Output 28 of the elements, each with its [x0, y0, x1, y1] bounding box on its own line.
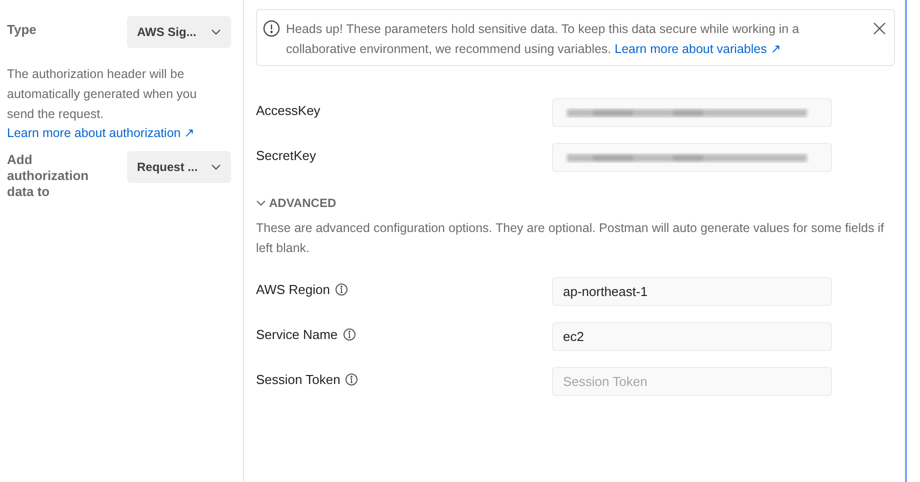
learn-more-link[interactable]: Learn more about variables ↗	[614, 42, 782, 56]
chevron-down-icon	[211, 29, 221, 35]
field-label: AccessKey	[256, 102, 320, 120]
info-icon[interactable]	[345, 373, 358, 386]
advanced-toggle[interactable]: ADVANCED	[256, 194, 336, 212]
text-field[interactable]: ap-northeast-1	[552, 277, 832, 306]
field-label: Session Token	[256, 371, 340, 389]
type-label: Type	[7, 21, 36, 39]
info-icon[interactable]	[342, 328, 356, 342]
field-label: AWS Region	[256, 281, 330, 299]
text-field[interactable]: Session Token	[552, 367, 832, 396]
advanced-description: These are advanced configuration options. They are optional. Postman will auto generate values for some fields if left blank.	[256, 220, 885, 257]
learn-more-link[interactable]: Learn more about authorization ↗	[7, 124, 236, 143]
add-to-label: Add authorization data to	[7, 150, 90, 200]
text-field[interactable]	[552, 98, 832, 127]
field-label: Service Name	[256, 326, 338, 344]
field-label: SecretKey	[256, 147, 316, 165]
info-icon[interactable]	[334, 283, 348, 296]
alert-text: Heads up! These parameters hold sensitive data. To keep this data secure while working in a collaborative environment, we recommend using variables. Learn more about variables ↗	[286, 21, 800, 58]
chevron-down-icon	[256, 200, 266, 206]
text-field[interactable]: ec2	[552, 322, 832, 351]
text-field[interactable]	[552, 143, 832, 172]
chevron-down-icon	[211, 164, 221, 170]
warning-icon	[263, 20, 280, 37]
add-to-dropdown[interactable]: Request ...	[127, 150, 231, 183]
close-button[interactable]	[873, 22, 886, 35]
description-text: The authorization header will be automatically generated when you send the request.	[7, 66, 198, 123]
type-dropdown[interactable]: AWS Sig...	[127, 16, 231, 48]
